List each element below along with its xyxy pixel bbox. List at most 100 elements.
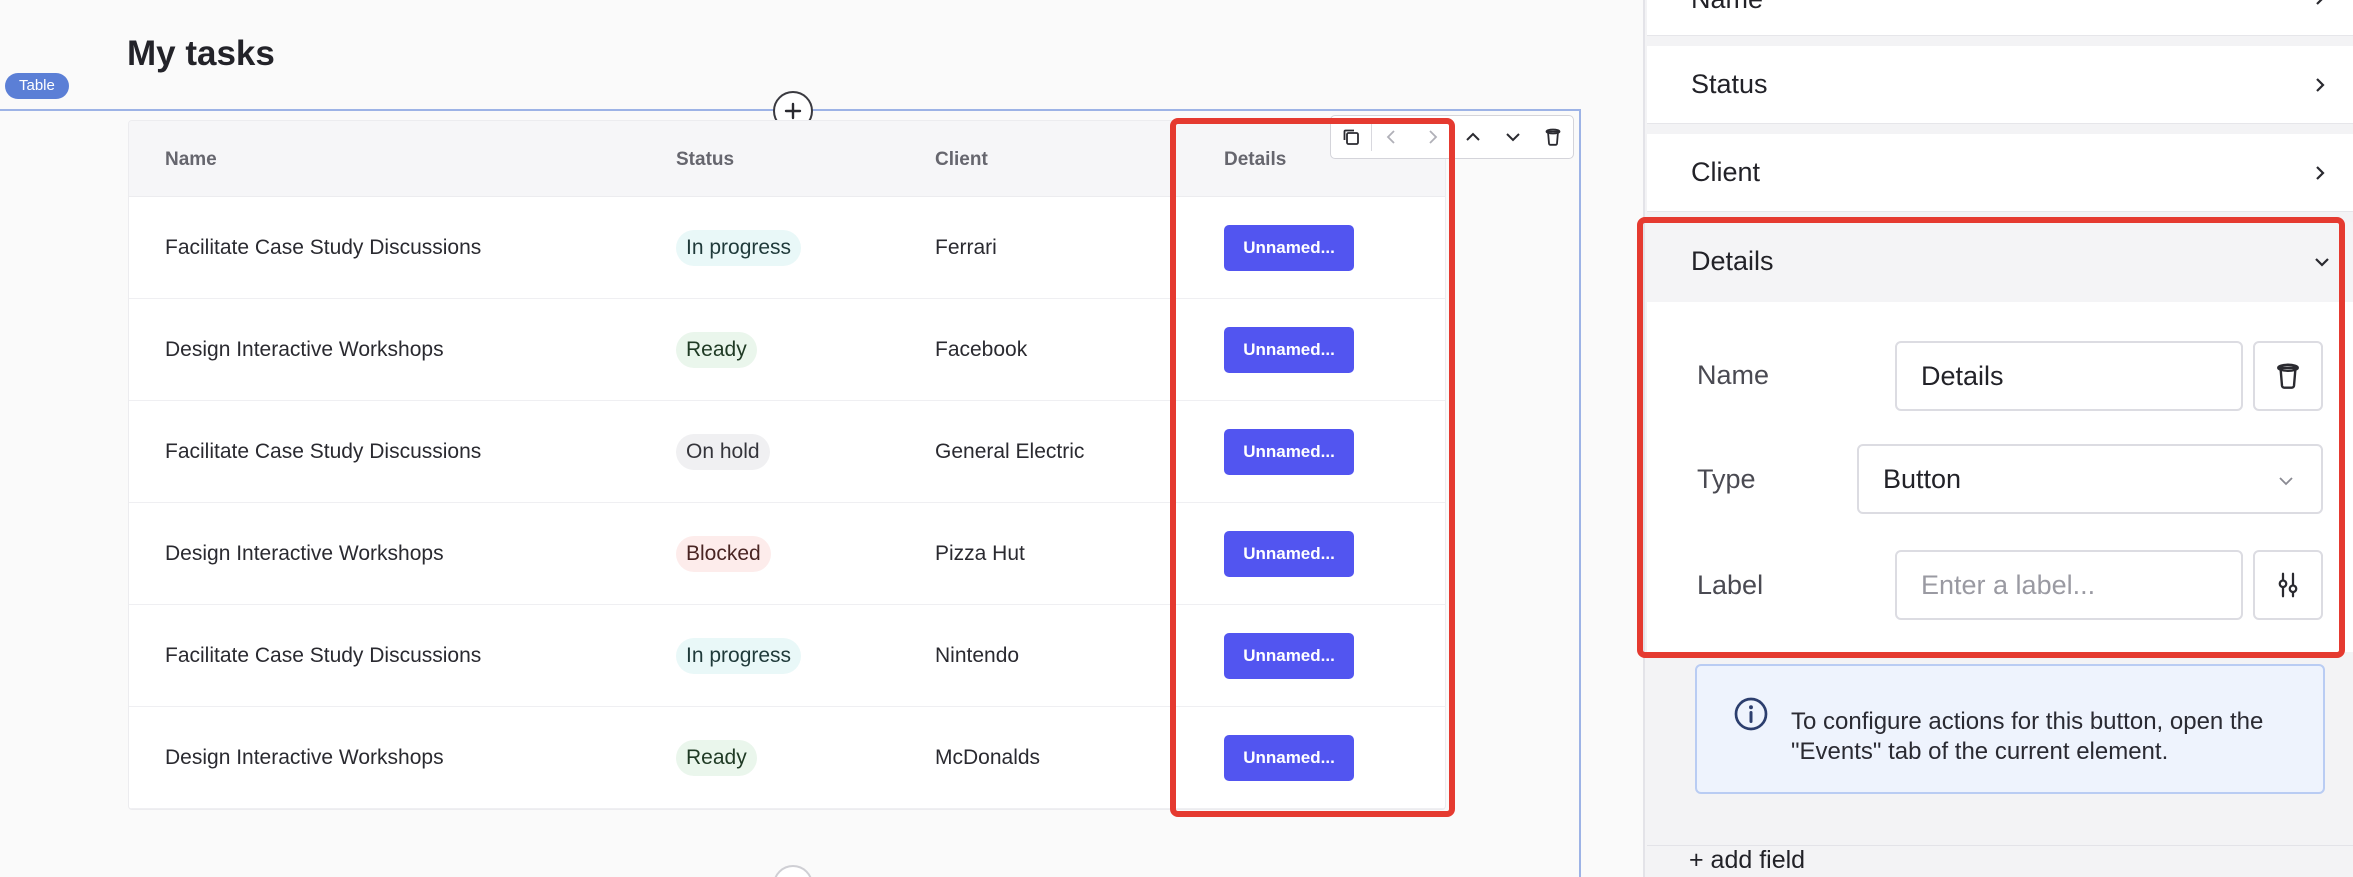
sliders-icon <box>2278 572 2298 598</box>
cell-details: Unnamed... <box>1224 299 1354 400</box>
cell-name: Facilitate Case Study Discussions <box>165 605 481 706</box>
table-row[interactable]: Facilitate Case Study Discussions On hold… <box>129 401 1445 503</box>
client-name: Ferrari <box>935 235 997 259</box>
cell-client: Nintendo <box>935 605 1019 706</box>
properties-panel: Name Status Client Details Name Type But… <box>1637 0 2353 877</box>
events-info-box: To configure actions for this button, op… <box>1695 664 2325 794</box>
cell-details: Unnamed... <box>1224 707 1354 808</box>
task-name: Facilitate Case Study Discussions <box>165 439 482 463</box>
name-input[interactable] <box>1895 341 2243 411</box>
task-name: Design Interactive Workshops <box>165 541 444 565</box>
cell-name: Design Interactive Workshops <box>165 503 444 604</box>
cell-status: Blocked <box>676 503 771 604</box>
trash-icon <box>2277 363 2299 389</box>
cell-name: Facilitate Case Study Discussions <box>165 401 481 502</box>
column-header-name[interactable]: Name <box>165 149 217 171</box>
cell-client: Ferrari <box>935 197 997 298</box>
table-header: Name Status Client Details <box>129 121 1445 197</box>
name-field-label: Name <box>1697 360 1770 390</box>
client-name: Pizza Hut <box>935 541 1025 565</box>
task-name: Facilitate Case Study Discussions <box>165 643 482 667</box>
cell-details: Unnamed... <box>1224 503 1354 604</box>
info-icon <box>1734 697 1768 731</box>
column-toolbar <box>1330 115 1574 159</box>
accordion-client[interactable]: Client <box>1647 134 2353 212</box>
client-name: Facebook <box>935 337 1028 361</box>
accordion-details[interactable]: Details <box>1647 222 2353 302</box>
status-badge: Blocked <box>676 535 771 572</box>
status-badge: In progress <box>676 637 802 674</box>
label-field-label: Label <box>1697 570 1764 600</box>
unnamed-button[interactable]: Unnamed... <box>1224 224 1354 271</box>
accordion-details-title: Details <box>1691 246 1774 276</box>
cell-name: Facilitate Case Study Discussions <box>165 197 481 298</box>
status-badge: In progress <box>676 229 802 266</box>
table-row[interactable]: Design Interactive Workshops Blocked Pizza… <box>129 503 1445 605</box>
type-select[interactable]: Button <box>1857 444 2323 514</box>
status-badge: Ready <box>676 331 757 368</box>
cell-details: Unnamed... <box>1224 401 1354 502</box>
app-root: My tasks Table Name Status Client Detail… <box>0 0 2353 877</box>
chevron-up-icon <box>1466 132 1480 141</box>
delete-column-button[interactable] <box>1533 116 1573 158</box>
chevron-right-icon <box>2316 77 2325 92</box>
duplicate-icon <box>1343 129 1359 145</box>
accordion-status-title: Status <box>1691 69 1768 99</box>
column-header-details[interactable]: Details <box>1224 149 1286 171</box>
cell-name: Design Interactive Workshops <box>165 707 444 808</box>
details-section: Details Name Type Button Label <box>1647 222 2353 652</box>
cell-status: Ready <box>676 707 757 808</box>
status-badge: Ready <box>676 739 757 776</box>
task-name: Facilitate Case Study Discussions <box>165 235 482 259</box>
cell-client: Pizza Hut <box>935 503 1025 604</box>
chevron-right-icon <box>2316 165 2325 180</box>
table-row[interactable]: Design Interactive Workshops Ready Faceboo… <box>129 299 1445 401</box>
canvas: My tasks Table Name Status Client Detail… <box>0 0 1645 877</box>
type-select-value: Button <box>1883 463 1962 494</box>
accordion-status[interactable]: Status <box>1647 46 2353 124</box>
move-right-button[interactable] <box>1412 116 1452 158</box>
duplicate-button[interactable] <box>1331 116 1371 158</box>
unnamed-button[interactable]: Unnamed... <box>1224 734 1354 781</box>
move-down-button[interactable] <box>1493 116 1533 158</box>
column-header-status[interactable]: Status <box>676 149 734 171</box>
chevron-down-icon <box>1506 133 1520 142</box>
move-up-button[interactable] <box>1453 116 1493 158</box>
unnamed-button[interactable]: Unnamed... <box>1224 530 1354 577</box>
add-field-button[interactable]: + add field <box>1689 846 1805 875</box>
table-badge[interactable]: Table <box>5 73 69 99</box>
task-name: Design Interactive Workshops <box>165 337 444 361</box>
cell-client: Facebook <box>935 299 1027 400</box>
task-name: Design Interactive Workshops <box>165 745 444 769</box>
move-left-button[interactable] <box>1372 116 1412 158</box>
type-field-label: Type <box>1697 464 1756 494</box>
cell-status: Ready <box>676 299 757 400</box>
tasks-table: Name Status Client Details Facilitate Ca… <box>128 120 1446 810</box>
label-settings-button[interactable] <box>2253 550 2323 620</box>
client-name: McDonalds <box>935 745 1041 769</box>
table-row[interactable]: Design Interactive Workshops Ready McDonal… <box>129 707 1445 809</box>
cell-client: General Electric <box>935 401 1084 502</box>
unnamed-button[interactable]: Unnamed... <box>1224 326 1354 373</box>
unnamed-button[interactable]: Unnamed... <box>1224 428 1354 475</box>
client-name: General Electric <box>935 439 1085 463</box>
table-row[interactable]: Facilitate Case Study Discussions In prog… <box>129 605 1445 707</box>
chevron-down-icon <box>2279 477 2293 486</box>
chevron-down-icon <box>2315 258 2329 267</box>
accordion-name[interactable]: Name <box>1647 0 2353 36</box>
delete-field-button[interactable] <box>2253 341 2323 411</box>
table-row[interactable]: Facilitate Case Study Discussions In prog… <box>129 197 1445 299</box>
chevron-left-icon <box>1386 130 1395 144</box>
accordion-name-title: Name <box>1691 0 1763 15</box>
cell-status: In progress <box>676 197 802 298</box>
cell-name: Design Interactive Workshops <box>165 299 444 400</box>
trash-icon <box>1545 128 1561 146</box>
chevron-right-icon <box>2316 0 2323 5</box>
plus-icon <box>784 102 802 120</box>
label-input[interactable] <box>1895 550 2243 620</box>
page-title: My tasks <box>127 34 275 73</box>
events-info-text: To configure actions for this button, op… <box>1791 708 2264 765</box>
column-header-client[interactable]: Client <box>935 149 988 171</box>
cell-status: In progress <box>676 605 802 706</box>
unnamed-button[interactable]: Unnamed... <box>1224 632 1354 679</box>
